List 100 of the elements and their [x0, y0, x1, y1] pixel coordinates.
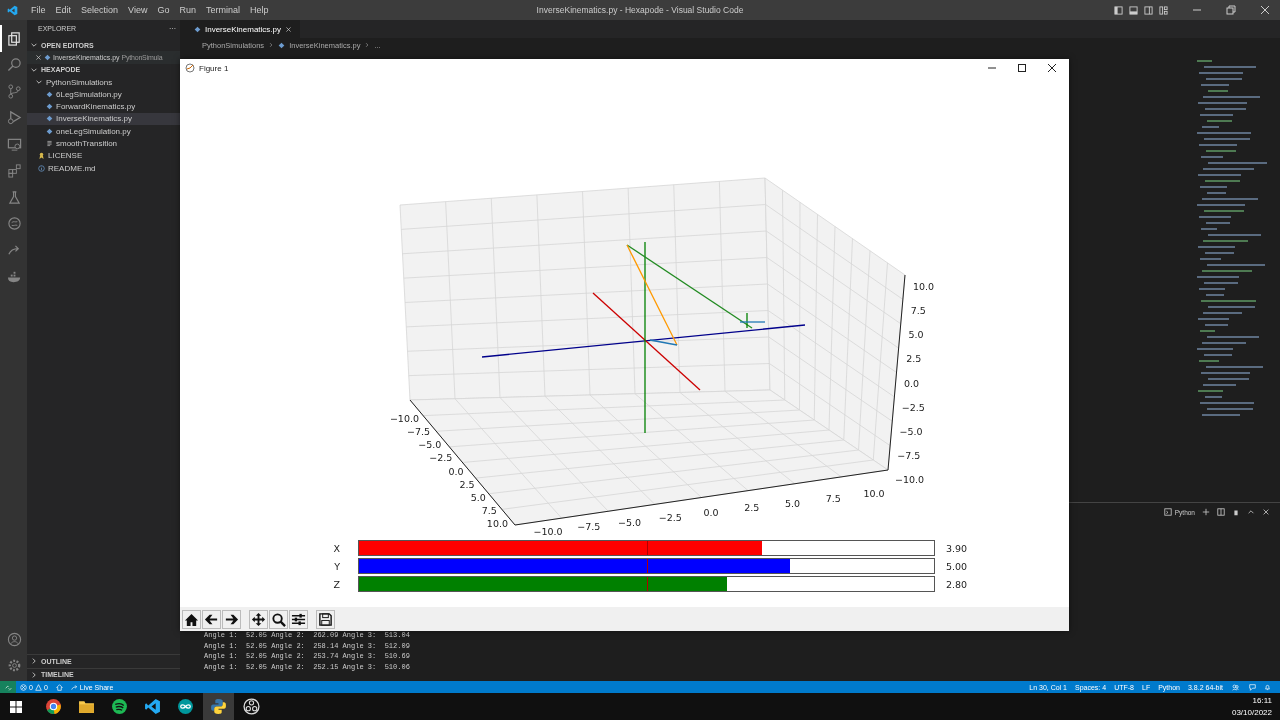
save-icon: [318, 611, 333, 627]
menu-item[interactable]: File: [26, 5, 51, 15]
error-icon: [20, 683, 27, 691]
chevron-up-icon[interactable]: [1247, 508, 1255, 516]
settings-icon[interactable]: [7, 658, 22, 674]
music-icon[interactable]: [111, 698, 128, 715]
close-icon[interactable]: [285, 25, 293, 33]
ribbon-icon: [38, 152, 45, 160]
slider-track[interactable]: [358, 558, 935, 574]
code-editor-logo-icon: [7, 4, 18, 16]
python-icon[interactable]: [210, 698, 227, 715]
slider-track[interactable]: [358, 576, 935, 592]
browser-icon[interactable]: [45, 698, 62, 715]
terminal-icon: [1163, 508, 1172, 516]
lines-icon: [46, 140, 53, 147]
file-tree-item[interactable]: smoothTransition: [27, 137, 180, 150]
flask-icon[interactable]: [7, 189, 22, 205]
plus-icon[interactable]: [1202, 508, 1210, 516]
right-arrow-button[interactable]: [222, 609, 241, 629]
chevron-icon[interactable]: [30, 41, 38, 50]
restore-icon[interactable]: [1226, 5, 1236, 15]
infinity-icon[interactable]: [177, 698, 194, 715]
tick-label: −5.0: [899, 425, 923, 437]
tick-label: 7.5: [481, 504, 497, 516]
files-icon[interactable]: [7, 30, 22, 46]
panel-layout-icon[interactable]: [1129, 5, 1138, 15]
monitor-icon[interactable]: [7, 136, 22, 152]
window-title: InverseKinematics.py - Hexapode - Visual Studio Code: [536, 5, 744, 15]
sidebar-layout-icon[interactable]: [1114, 5, 1123, 15]
tick-label: 5.0: [908, 329, 924, 341]
file-tree-item[interactable]: ForwardKinematics.py: [27, 100, 180, 113]
menu-item[interactable]: Selection: [76, 5, 124, 15]
tick-label: −7.5: [577, 521, 601, 533]
move-button[interactable]: [249, 609, 268, 629]
file-tree-item[interactable]: README.md: [27, 161, 180, 175]
file-tree-item[interactable]: InverseKinematics.py: [27, 112, 180, 126]
figure-icon: [185, 63, 195, 73]
slider-fill[interactable]: [359, 559, 791, 573]
left-arrow-button[interactable]: [202, 609, 221, 629]
blocks-icon[interactable]: [7, 163, 22, 179]
grid-layout-icon[interactable]: [1159, 5, 1168, 15]
tick-label: −5.0: [418, 439, 442, 451]
menu-item[interactable]: Terminal: [200, 5, 245, 15]
play-icon[interactable]: [7, 110, 22, 126]
maximize-icon[interactable]: [1017, 63, 1027, 73]
tick-label: 2.5: [459, 478, 475, 490]
split-layout-icon[interactable]: [1144, 5, 1153, 15]
split-icon[interactable]: [1217, 508, 1225, 516]
globe-icon[interactable]: [7, 216, 22, 232]
slider-fill[interactable]: [359, 541, 762, 555]
search-icon: [271, 611, 286, 627]
people-icon[interactable]: [1232, 683, 1239, 691]
file-tree-item[interactable]: oneLegSimulation.py: [27, 125, 180, 138]
tick-label: −2.5: [901, 401, 925, 413]
slider-track[interactable]: [358, 540, 935, 556]
menu-item[interactable]: Go: [152, 5, 175, 15]
search-icon[interactable]: [7, 57, 22, 73]
menu-item[interactable]: Edit: [50, 5, 77, 15]
search-button[interactable]: [269, 609, 288, 629]
file-tree-item[interactable]: LICENSE: [27, 149, 180, 162]
tick-label: −10.0: [389, 413, 419, 424]
clock-date: 03/10/2022: [1231, 706, 1272, 719]
tick-label: 7.5: [825, 492, 841, 504]
branch-icon[interactable]: [7, 83, 22, 99]
whale-icon[interactable]: [7, 269, 22, 285]
folder-icon[interactable]: [78, 698, 95, 715]
close-icon[interactable]: [1047, 63, 1057, 73]
taskbar-app[interactable]: [203, 693, 234, 720]
tick-label: 0.0: [448, 465, 464, 477]
menu-item[interactable]: Help: [244, 5, 274, 15]
move-icon: [251, 611, 266, 627]
tick-label: 0.0: [904, 377, 920, 389]
tick-label: 2.5: [744, 502, 760, 514]
tick-label: −5.0: [617, 516, 642, 528]
slider-label: Y: [333, 560, 340, 572]
menu-item[interactable]: View: [123, 5, 153, 15]
slider-fill[interactable]: [359, 577, 727, 591]
editor-tab[interactable]: InverseKinematics.py: [180, 20, 301, 38]
file-tree-item[interactable]: 6LegSimulation.py: [27, 88, 180, 101]
tick-label: 10.0: [913, 281, 935, 292]
file-tree-item[interactable]: PythonSimulations: [27, 75, 180, 89]
clock-time: 16:11: [1251, 694, 1272, 707]
diamond-icon: [278, 41, 286, 49]
menu-item[interactable]: Run: [174, 5, 201, 15]
code-editor-icon[interactable]: [144, 698, 161, 715]
start-icon[interactable]: [10, 700, 22, 713]
sliders-button[interactable]: [289, 609, 308, 629]
tick-label: −2.5: [658, 511, 682, 523]
feedback-icon[interactable]: [1249, 683, 1256, 691]
home-icon[interactable]: [55, 683, 63, 691]
warning-icon: [34, 683, 42, 691]
tick-label: 7.5: [910, 305, 926, 317]
tick-label: −2.5: [429, 452, 453, 464]
aperture-icon[interactable]: [243, 698, 260, 715]
account-icon[interactable]: [7, 631, 22, 647]
home-button[interactable]: [182, 609, 201, 629]
save-button[interactable]: [316, 609, 335, 629]
trash-icon[interactable]: [1232, 508, 1240, 516]
home-icon: [184, 611, 199, 627]
sliders-icon: [291, 611, 306, 627]
